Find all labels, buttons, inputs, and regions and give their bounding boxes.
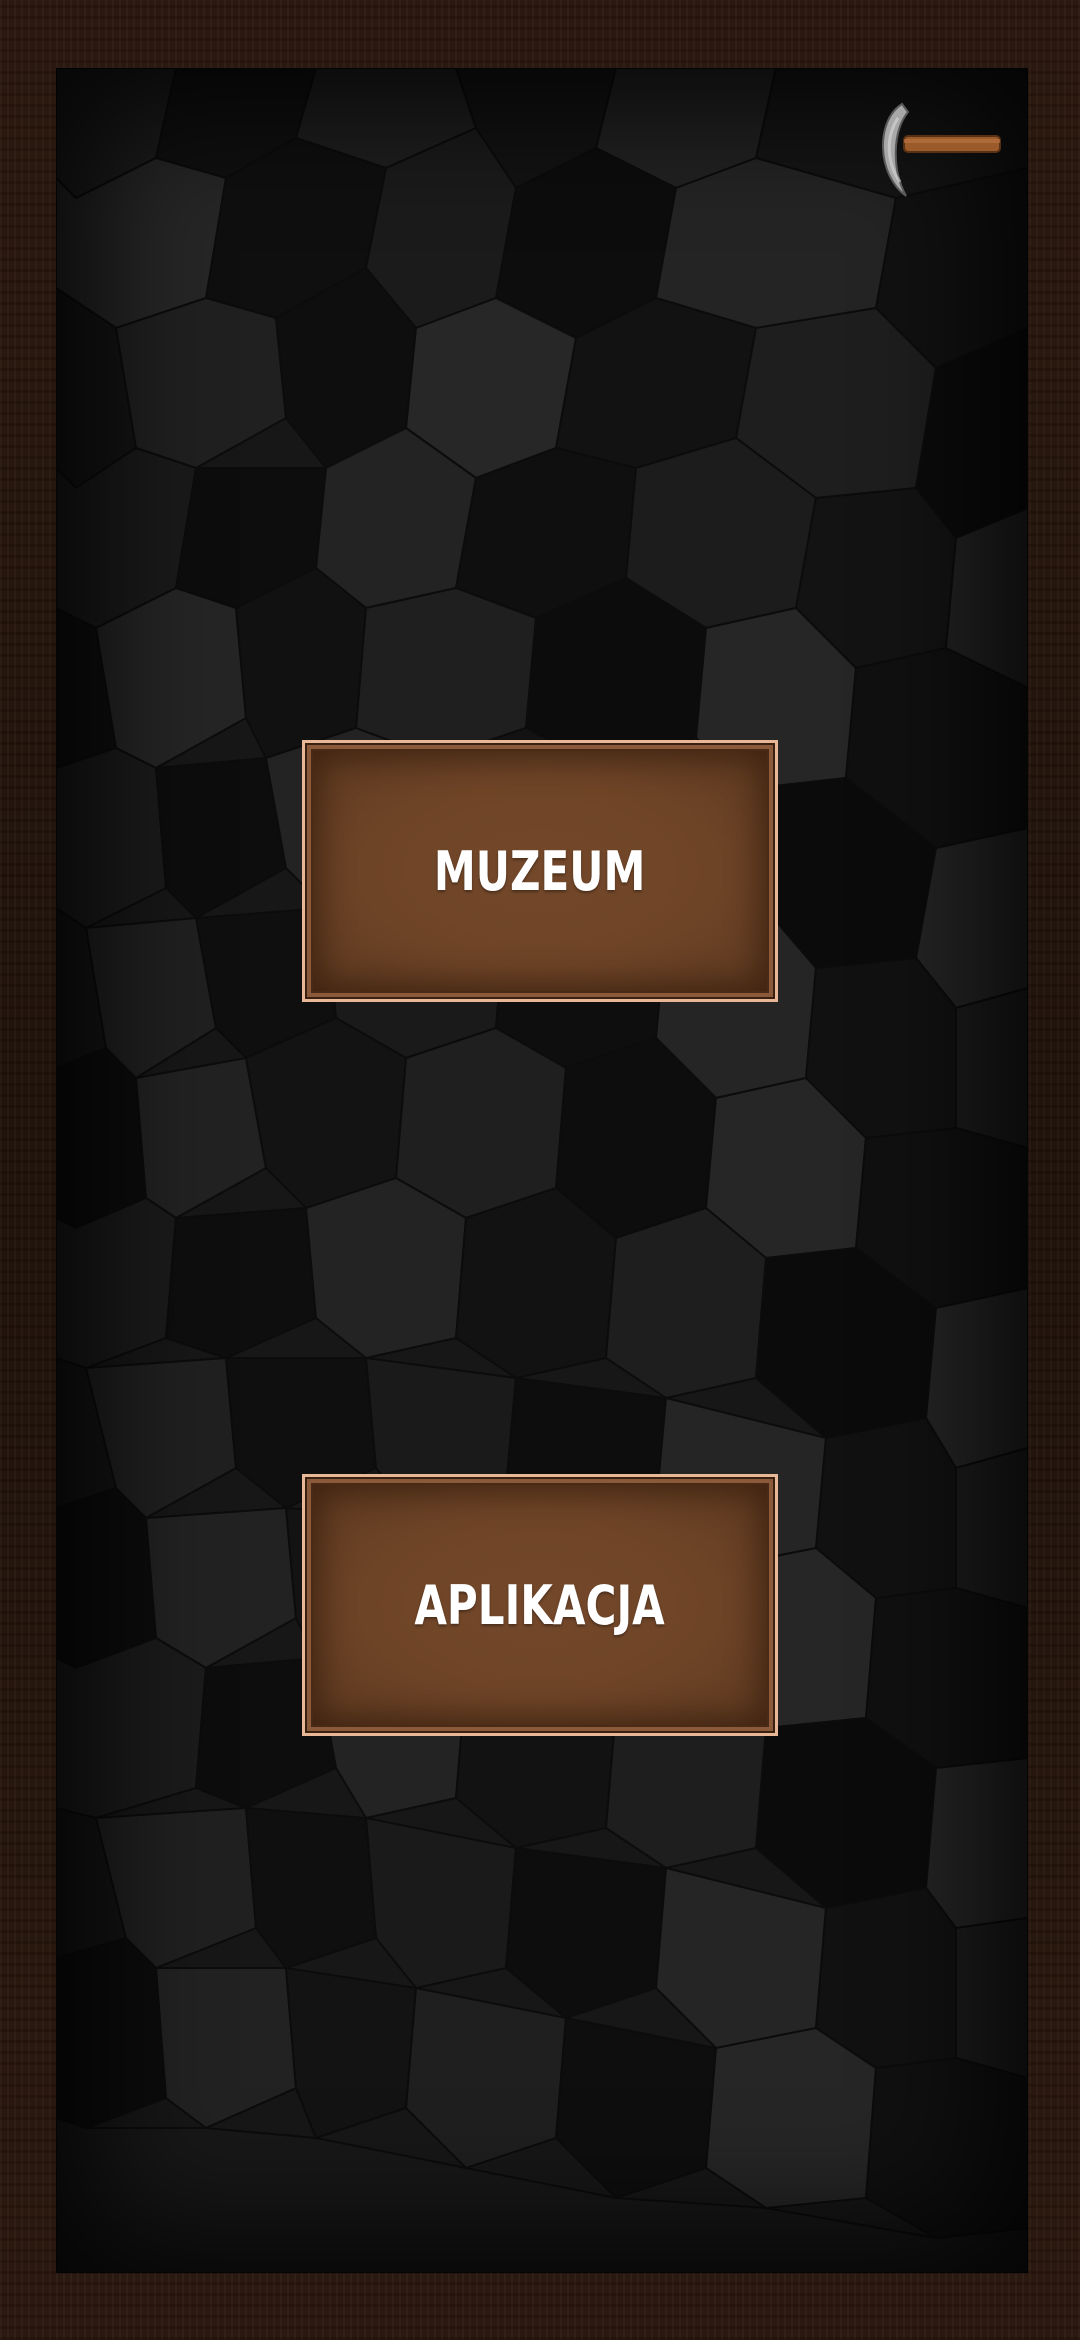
muzeum-button[interactable]: MUZEUM <box>302 740 778 1002</box>
stone-background-panel <box>56 68 1028 2273</box>
aplikacja-button-label: APLIKACJA <box>414 1573 666 1637</box>
muzeum-button-face: MUZEUM <box>311 749 769 993</box>
app-root: MUZEUM APLIKACJA <box>0 0 1080 2340</box>
aplikacja-button[interactable]: APLIKACJA <box>302 1474 778 1736</box>
aplikacja-button-face: APLIKACJA <box>311 1483 769 1727</box>
pickaxe-icon <box>882 102 1001 197</box>
pickaxe-button[interactable] <box>868 98 1008 202</box>
muzeum-button-label: MUZEUM <box>434 839 646 903</box>
stone-texture <box>56 68 1028 2273</box>
